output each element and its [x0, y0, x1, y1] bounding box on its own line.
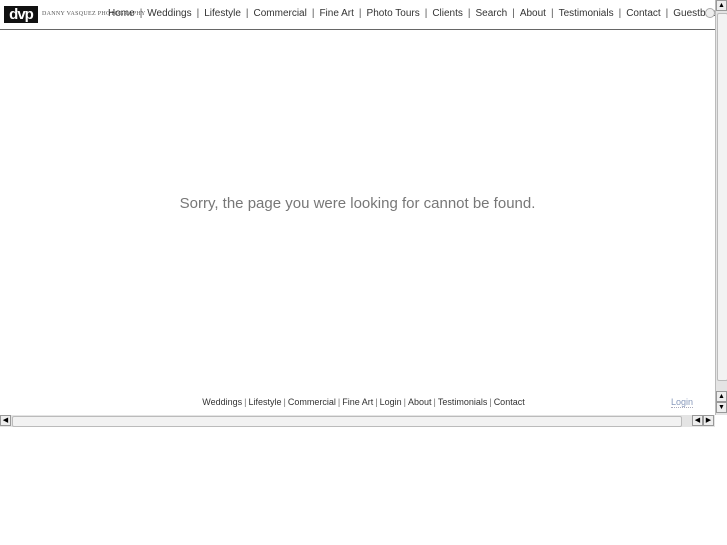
login-link[interactable]: Login: [671, 397, 694, 408]
scroll-left-button-2[interactable]: ◀: [692, 415, 703, 426]
nav-link-photo-tours[interactable]: Photo Tours: [367, 8, 420, 19]
footer-link-about[interactable]: About: [408, 397, 432, 407]
divider: [0, 29, 715, 30]
scroll-up-button[interactable]: ▲: [716, 0, 727, 11]
nav-link-weddings[interactable]: Weddings: [147, 8, 191, 19]
separator: |: [358, 8, 362, 19]
nav-link-fine-art[interactable]: Fine Art: [319, 8, 353, 19]
footer-nav: Weddings | Lifestyle | Commercial | Fine Art | L…: [0, 397, 727, 407]
footer-link-weddings[interactable]: Weddings: [202, 397, 242, 407]
separator: |: [550, 8, 554, 19]
separator: |: [433, 397, 436, 407]
nav-link-lifestyle[interactable]: Lifestyle: [204, 8, 241, 19]
separator: |: [283, 397, 286, 407]
error-message: Sorry, the page you were looking for can…: [179, 195, 536, 212]
scroll-down-button[interactable]: ▼: [716, 402, 727, 413]
separator: |: [139, 8, 143, 19]
scroll-up-button-2[interactable]: ▲: [716, 391, 727, 402]
separator: |: [403, 397, 406, 407]
footer-link-testimonials[interactable]: Testimonials: [438, 397, 488, 407]
nav-link-clients[interactable]: Clients: [432, 8, 463, 19]
separator: |: [196, 8, 200, 19]
page-frame: dvp DANNY VASQUEZ PHOTOGRAPHY Home | Weddi…: [0, 0, 722, 415]
nav-link-home[interactable]: Home: [108, 8, 135, 19]
logo[interactable]: dvp: [4, 6, 38, 23]
vertical-scrollbar[interactable]: ▲ ▲ ▼: [715, 0, 727, 415]
scroll-left-button[interactable]: ◀: [0, 415, 11, 426]
footer-link-commercial[interactable]: Commercial: [288, 397, 336, 407]
footer-link-fine-art[interactable]: Fine Art: [342, 397, 373, 407]
nav-link-commercial[interactable]: Commercial: [254, 8, 307, 19]
nav-link-search[interactable]: Search: [476, 8, 508, 19]
nav-link-testimonials[interactable]: Testimonials: [559, 8, 614, 19]
separator: |: [245, 8, 249, 19]
footer-link-contact[interactable]: Contact: [494, 397, 525, 407]
search-icon[interactable]: [705, 8, 715, 18]
nav-link-about[interactable]: About: [520, 8, 546, 19]
separator: |: [337, 397, 341, 407]
footer-link-lifestyle[interactable]: Lifestyle: [248, 397, 281, 407]
separator: |: [375, 397, 378, 407]
separator: |: [665, 8, 669, 19]
vertical-scroll-thumb[interactable]: [717, 13, 727, 381]
nav-link-contact[interactable]: Contact: [626, 8, 660, 19]
horizontal-scroll-thumb[interactable]: [12, 416, 682, 427]
separator: |: [512, 8, 515, 19]
scroll-right-button[interactable]: ▶: [703, 415, 714, 426]
separator: |: [467, 8, 471, 19]
main-nav: Home | Weddings | Lifestyle | Commercial | Fine …: [108, 8, 722, 19]
separator: |: [311, 8, 315, 19]
separator: |: [618, 8, 622, 19]
separator: |: [244, 397, 247, 407]
separator: |: [489, 397, 492, 407]
separator: |: [424, 8, 428, 19]
footer-link-login[interactable]: Login: [380, 397, 402, 407]
horizontal-scrollbar[interactable]: ◀ ◀ ▶: [0, 415, 715, 427]
